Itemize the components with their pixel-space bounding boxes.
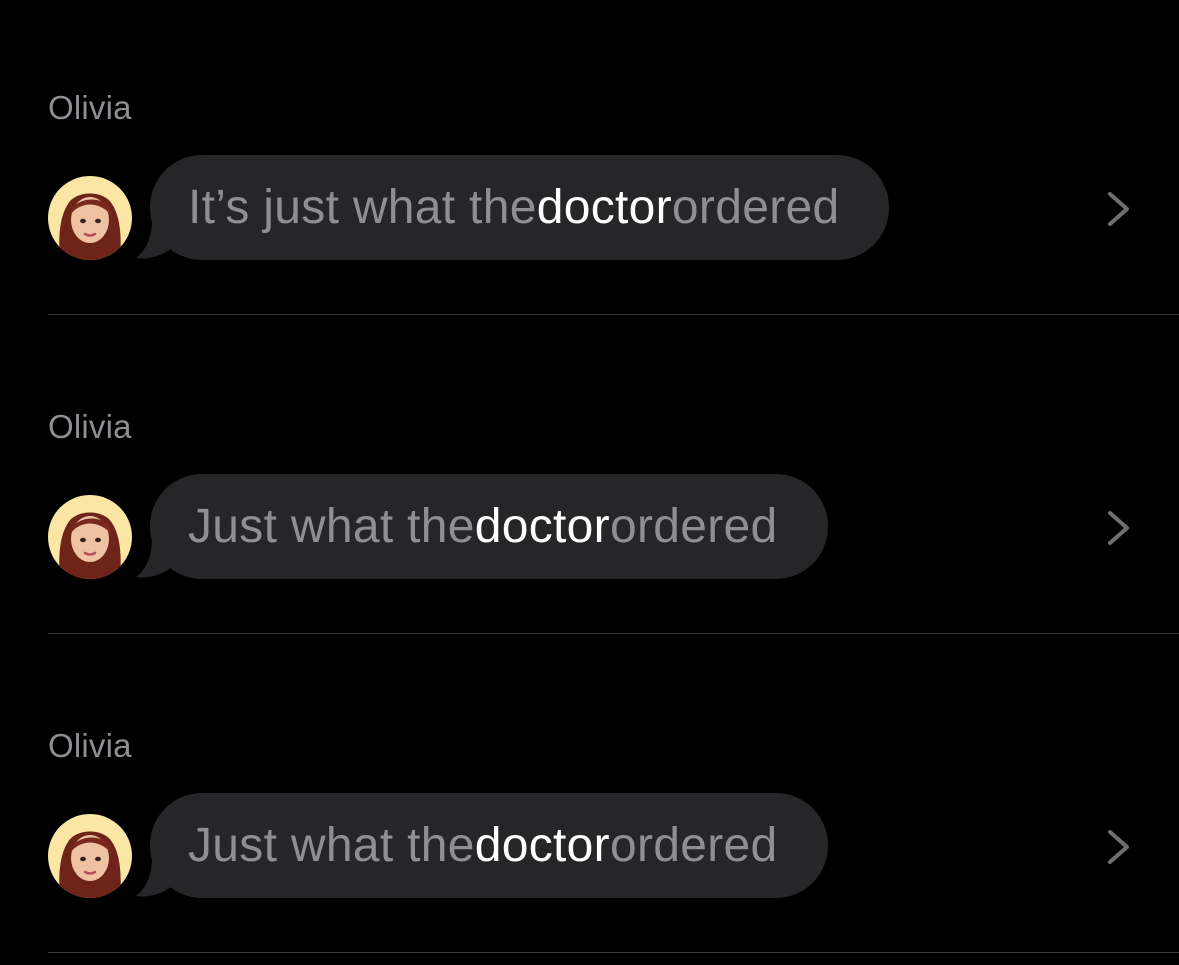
message-bubble[interactable]: Just what the doctor ordered (134, 474, 828, 579)
message-text-after: ordered (609, 819, 778, 872)
row-divider (48, 633, 1179, 634)
message-text-before: Just what the (188, 819, 475, 872)
memoji-avatar-icon (48, 176, 132, 260)
memoji-avatar-icon (48, 495, 132, 579)
message-result-row[interactable]: Olivia It’s just what the doctor ordered (0, 0, 1179, 319)
search-highlight: doctor (536, 181, 672, 234)
row-divider (48, 314, 1179, 315)
message-text: Just what the doctor ordered (150, 474, 828, 579)
message-text-after: ordered (609, 500, 778, 553)
message-bubble[interactable]: It’s just what the doctor ordered (134, 155, 890, 260)
row-divider (48, 952, 1179, 953)
search-highlight: doctor (474, 500, 610, 553)
message-text: Just what the doctor ordered (150, 793, 828, 898)
message-result-row[interactable]: Olivia Just what the doctor ordered (0, 638, 1179, 957)
message-result-row[interactable]: Olivia Just what the doctor ordered (0, 319, 1179, 638)
sender-name: Olivia (48, 89, 132, 126)
message-text: It’s just what the doctor ordered (150, 155, 890, 260)
chevron-right-icon[interactable] (1104, 510, 1134, 546)
message-text-before: It’s just what the (188, 181, 537, 234)
message-text-after: ordered (671, 181, 840, 234)
sender-name: Olivia (48, 408, 132, 445)
message-text-before: Just what the (188, 500, 475, 553)
message-bubble[interactable]: Just what the doctor ordered (134, 793, 828, 898)
search-highlight: doctor (474, 819, 610, 872)
memoji-avatar-icon (48, 814, 132, 898)
chevron-right-icon[interactable] (1104, 191, 1134, 227)
chevron-right-icon[interactable] (1104, 829, 1134, 865)
sender-name: Olivia (48, 727, 132, 764)
